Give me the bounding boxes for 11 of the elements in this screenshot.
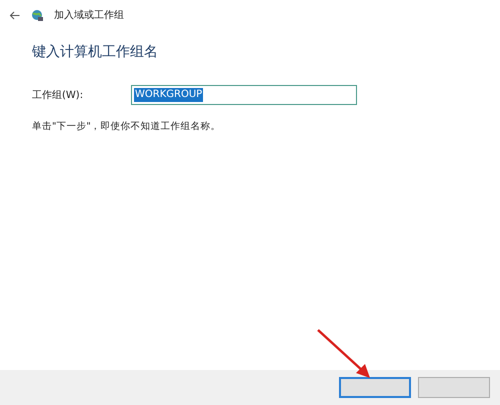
dialog-button[interactable] bbox=[339, 377, 411, 398]
hint-text: 单击"下一步"，即使你不知道工作组名称。 bbox=[32, 120, 222, 134]
dialog-button[interactable] bbox=[418, 377, 490, 398]
field-value: WORKGROUP bbox=[134, 88, 204, 102]
window-title: 加入域或工作组 bbox=[54, 8, 124, 22]
page-heading: 键入计算机工作组名 bbox=[32, 43, 159, 62]
network-globe-icon bbox=[31, 8, 44, 22]
input-field[interactable]: WORKGROUP bbox=[131, 85, 357, 105]
back-arrow-icon bbox=[8, 10, 20, 20]
field-label: 工作组(W): bbox=[32, 88, 84, 102]
annotation-arrow bbox=[316, 328, 372, 380]
